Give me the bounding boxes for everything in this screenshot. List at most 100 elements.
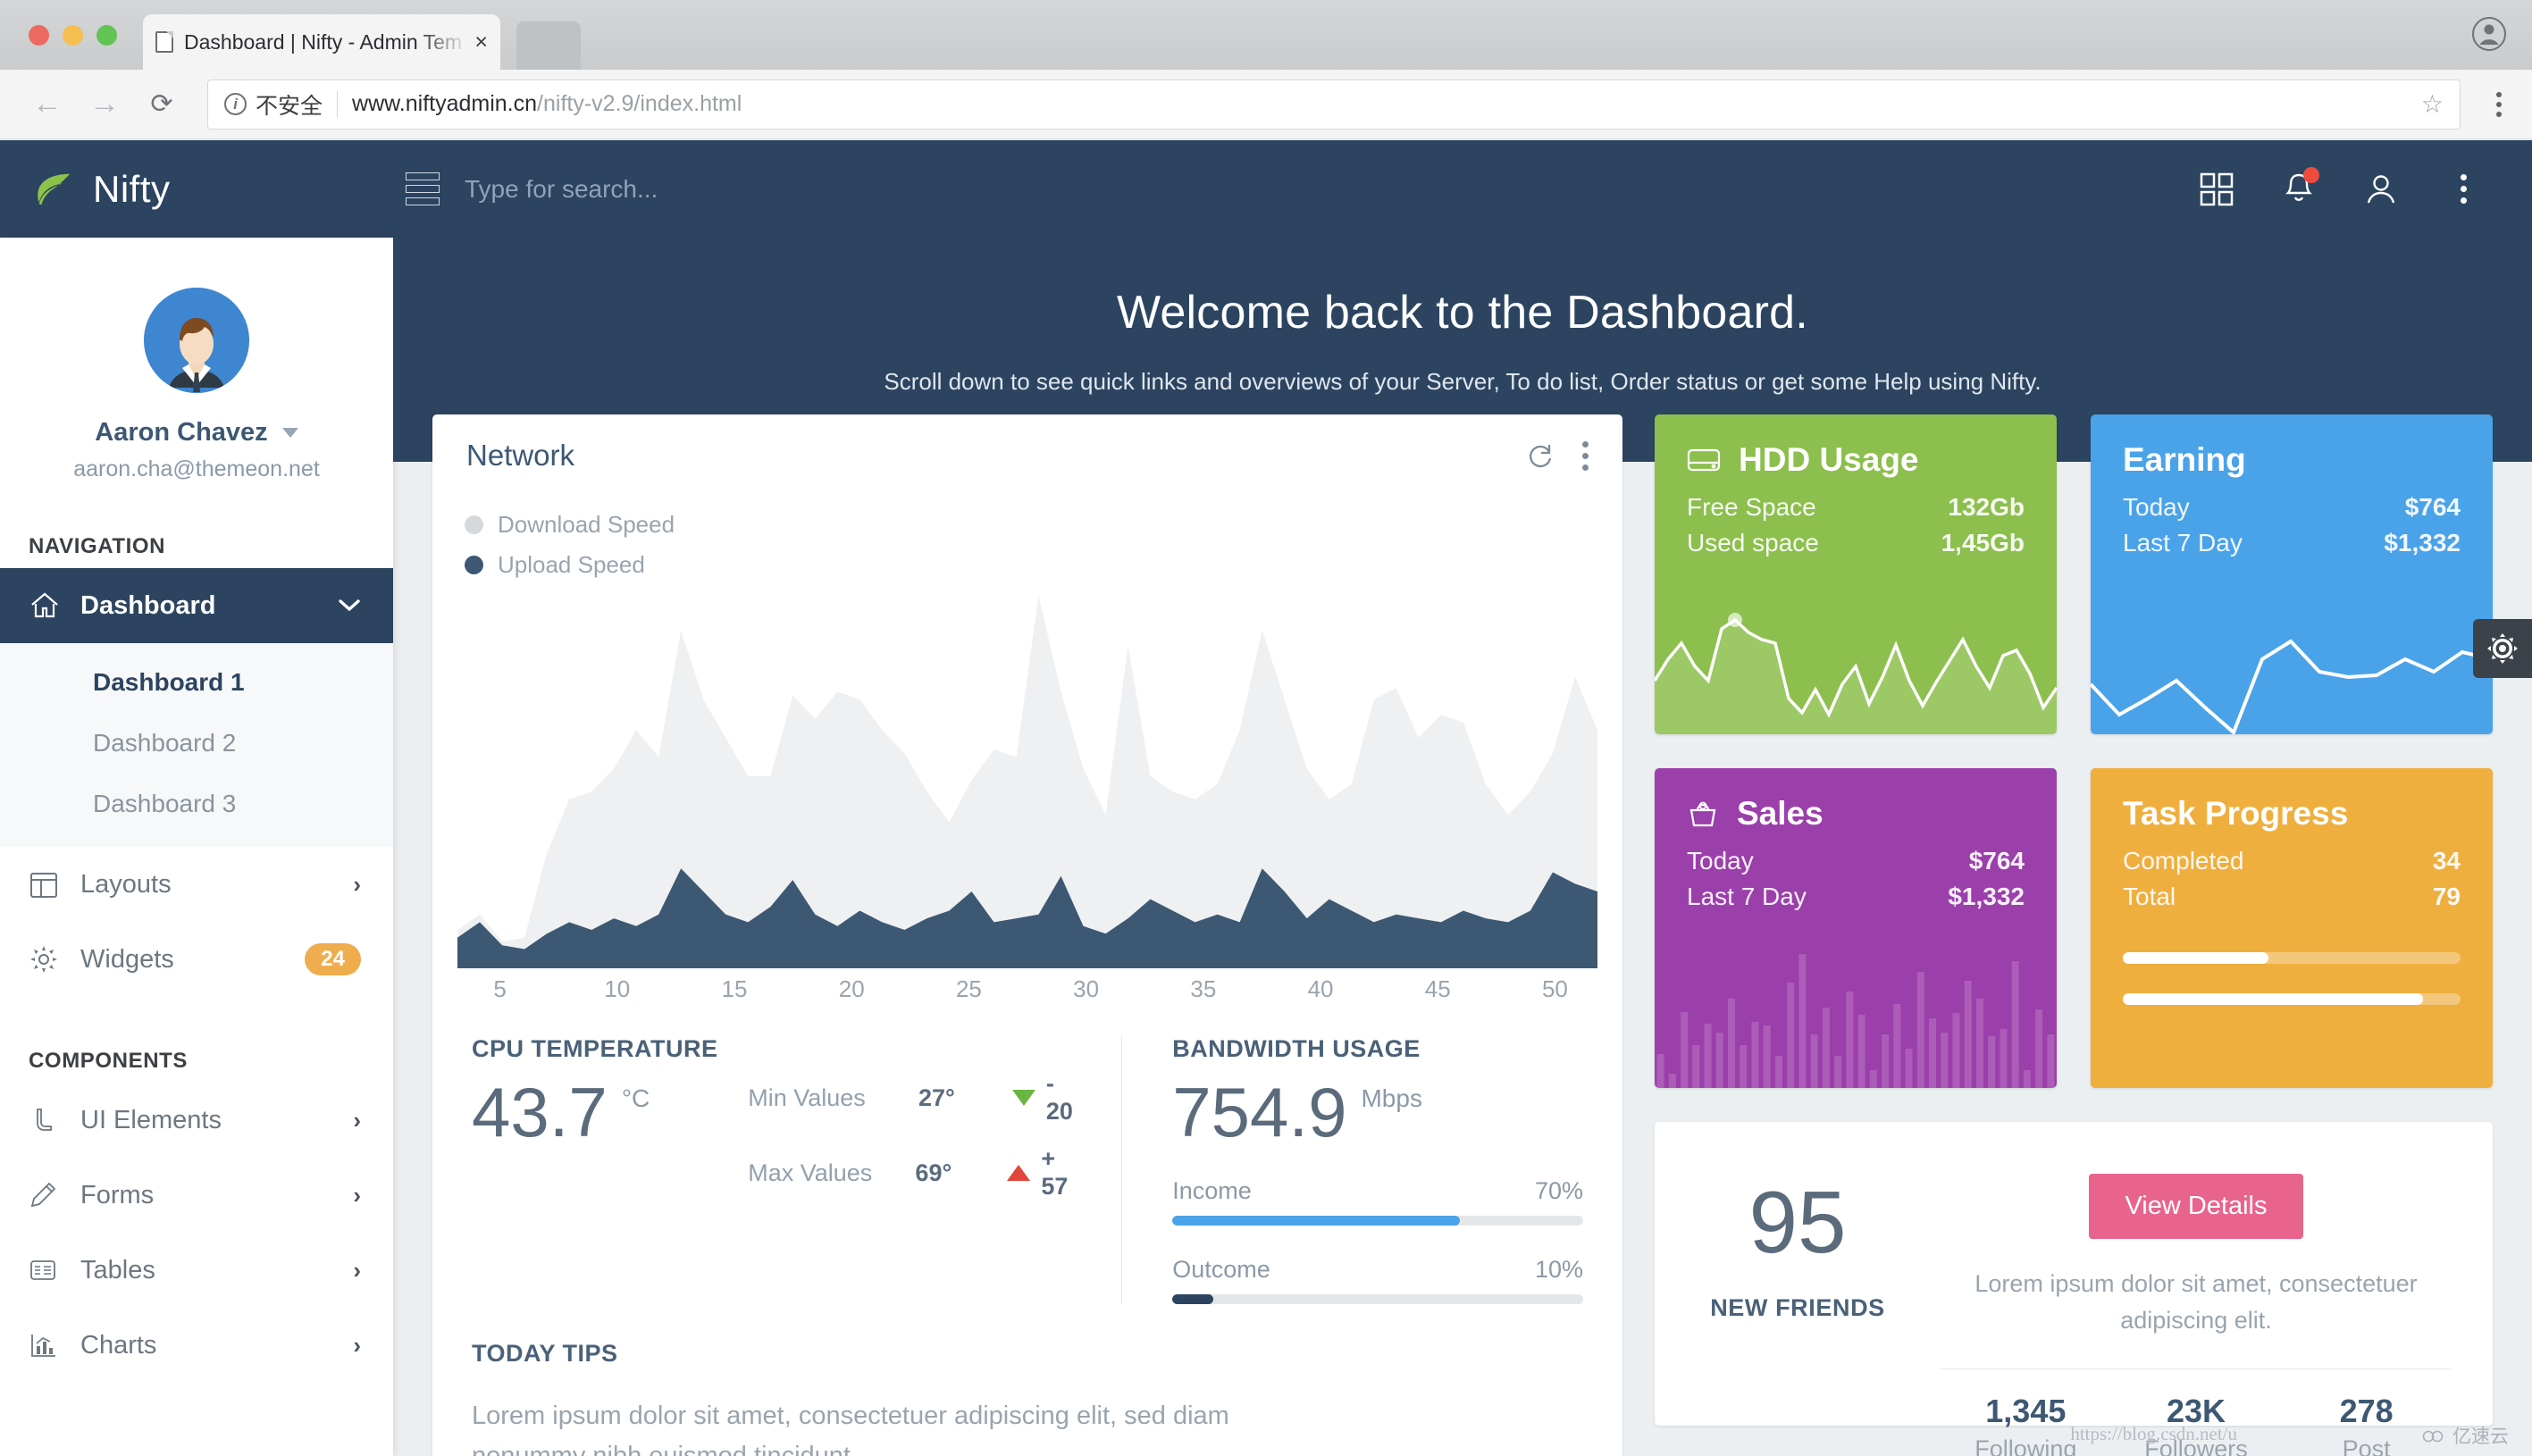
view-details-button[interactable]: View Details <box>2089 1174 2303 1239</box>
hdd-usage-card[interactable]: HDD Usage Free Space 132Gb Used space 1,… <box>1655 414 2057 734</box>
gear-icon <box>29 944 80 975</box>
row-label: Today <box>1687 847 1754 874</box>
legend-item-download[interactable]: Download Speed <box>465 511 1622 539</box>
earning-today-row: Today $764 <box>2123 493 2461 522</box>
app-brand[interactable]: Nifty <box>0 140 393 238</box>
income-bar-label: Income 70% <box>1172 1177 1583 1205</box>
cpu-min-value: 27° <box>918 1084 955 1111</box>
sidebar-item-dashboard-2[interactable]: Dashboard 2 <box>0 713 393 774</box>
x-tick-label: 5 <box>493 975 507 1002</box>
navbar-more-icon[interactable] <box>2441 167 2486 212</box>
gear-icon <box>2487 633 2518 664</box>
task-progress-fill-2 <box>2123 993 2424 1005</box>
sales-bar-sparkline <box>1656 954 2055 1088</box>
cpu-temperature-unit: °C <box>621 1084 650 1112</box>
task-card-title: Task Progress <box>2123 795 2349 832</box>
app-root: Nifty Type for search... Aaron Chavez aa… <box>0 140 2532 1456</box>
earning-card[interactable]: Earning Today $764 Last 7 Day $1,332 <box>2091 414 2493 734</box>
today-tips-title: TODAY TIPS <box>472 1340 618 1367</box>
bandwidth-value: 754.9 <box>1172 1073 1347 1151</box>
security-status[interactable]: i 不安全 <box>224 88 323 121</box>
task-progress-track-1 <box>2123 952 2461 964</box>
back-icon[interactable]: ← <box>23 80 71 129</box>
bandwidth-usage-block: BANDWIDTH USAGE 754.9 Mbps Income 70% Ou… <box>1121 1035 1583 1304</box>
sidebar-item-widgets[interactable]: Widgets 24 <box>0 922 393 997</box>
network-panel-more-icon[interactable] <box>1582 440 1589 471</box>
new-tab-button[interactable] <box>516 21 581 70</box>
apps-grid-icon[interactable] <box>2194 167 2239 212</box>
sales-card[interactable]: Sales Today $764 Last 7 Day $1,332 <box>1655 768 2057 1088</box>
window-minimize-button[interactable] <box>63 25 83 46</box>
refresh-icon[interactable] <box>1525 440 1555 471</box>
sidebar-item-dashboard-3[interactable]: Dashboard 3 <box>0 774 393 834</box>
theme-settings-button[interactable] <box>2473 619 2532 678</box>
sidebar-item-dashboard-1[interactable]: Dashboard 1 <box>0 652 393 713</box>
url-text: www.niftyadmin.cn/nifty-v2.9/index.html <box>352 91 742 117</box>
user-account-icon[interactable] <box>2359 167 2403 212</box>
sidebar-components-heading: COMPONENTS <box>29 1049 189 1073</box>
legend-label: Upload Speed <box>498 551 645 578</box>
table-icon <box>29 1256 80 1284</box>
close-icon[interactable]: × <box>474 30 488 54</box>
row-label: Completed <box>2123 847 2244 874</box>
legend-swatch <box>465 556 483 574</box>
browser-profile-icon[interactable] <box>2471 16 2507 52</box>
left-column: Network Download Speed Upload Speed 5 10… <box>432 414 1622 1456</box>
window-maximize-button[interactable] <box>96 25 117 46</box>
sales-last7-row: Last 7 Day $1,332 <box>1687 883 2025 911</box>
address-bar[interactable]: i 不安全 www.niftyadmin.cn/nifty-v2.9/index… <box>207 79 2461 130</box>
boot-icon <box>29 1106 80 1134</box>
chevron-down-icon[interactable] <box>281 428 298 438</box>
trend-down-icon <box>1011 1090 1035 1106</box>
task-completed-row: Completed 34 <box>2123 847 2461 875</box>
row-value: $1,332 <box>2384 529 2461 556</box>
bookmark-star-icon[interactable]: ☆ <box>2421 89 2444 119</box>
income-progress-track <box>1172 1216 1583 1226</box>
income-label: Income <box>1172 1177 1252 1204</box>
notifications-bell-icon[interactable] <box>2276 166 2321 212</box>
today-tips-block: TODAY TIPS Lorem ipsum dolor sit amet, c… <box>432 1304 1622 1456</box>
page-favicon-icon <box>155 31 173 53</box>
browser-menu-icon[interactable] <box>2489 85 2509 124</box>
hdd-used-space-row: Used space 1,45Gb <box>1687 529 2025 557</box>
sidebar-toggle-icon[interactable] <box>406 172 440 205</box>
sidebar-item-label: Charts <box>80 1330 157 1360</box>
browser-tab[interactable]: Dashboard | Nifty - Admin Tem × <box>143 14 500 70</box>
row-value: 79 <box>2432 883 2461 910</box>
legend-swatch <box>465 515 483 534</box>
sidebar-item-label: Widgets <box>80 944 174 974</box>
chart-icon <box>29 1331 80 1360</box>
home-icon <box>29 590 80 622</box>
browser-tab-title: Dashboard | Nifty - Admin Tem <box>184 29 463 54</box>
x-tick-label: 30 <box>1073 975 1100 1002</box>
legend-item-upload[interactable]: Upload Speed <box>465 551 1622 579</box>
hdd-card-header: HDD Usage <box>1655 414 2057 479</box>
sidebar-item-charts[interactable]: Charts › <box>0 1308 393 1383</box>
bandwidth-unit: Mbps <box>1361 1084 1422 1112</box>
bandwidth-value-row: 754.9 Mbps <box>1172 1077 1583 1147</box>
url-path: /nifty-v2.9/index.html <box>537 91 742 116</box>
sidebar-item-forms[interactable]: Forms › <box>0 1158 393 1233</box>
new-friends-caption: NEW FRIENDS <box>1710 1294 1885 1322</box>
notification-badge <box>2303 166 2319 183</box>
chevron-right-icon: › <box>353 1256 361 1284</box>
network-area-chart <box>432 584 1622 968</box>
reload-icon[interactable]: ⟳ <box>138 80 186 129</box>
task-progress-card[interactable]: Task Progress Completed 34 Total 79 <box>2091 768 2493 1088</box>
main-content: Welcome back to the Dashboard. Scroll do… <box>393 238 2532 1456</box>
row-value: 132Gb <box>1948 493 2025 521</box>
sidebar-item-ui-elements[interactable]: UI Elements › <box>0 1083 393 1158</box>
row-label: Today <box>2123 493 2190 521</box>
window-close-button[interactable] <box>29 25 49 46</box>
task-card-rows: Completed 34 Total 79 <box>2091 833 2493 911</box>
sidebar-item-dashboard[interactable]: Dashboard <box>0 568 393 643</box>
cloud-icon <box>2422 1430 2444 1443</box>
new-friends-details: View Details Lorem ipsum dolor sit amet,… <box>1941 1161 2493 1456</box>
search-input[interactable] <box>465 174 1036 204</box>
x-tick-label: 40 <box>1307 975 1334 1002</box>
sidebar-profile[interactable]: Aaron Chavez aaron.cha@themeon.net <box>0 238 393 482</box>
row-label: Total <box>2123 883 2176 910</box>
sidebar-item-tables[interactable]: Tables › <box>0 1233 393 1308</box>
forward-icon[interactable]: → <box>80 80 129 129</box>
sidebar-item-layouts[interactable]: Layouts › <box>0 847 393 922</box>
